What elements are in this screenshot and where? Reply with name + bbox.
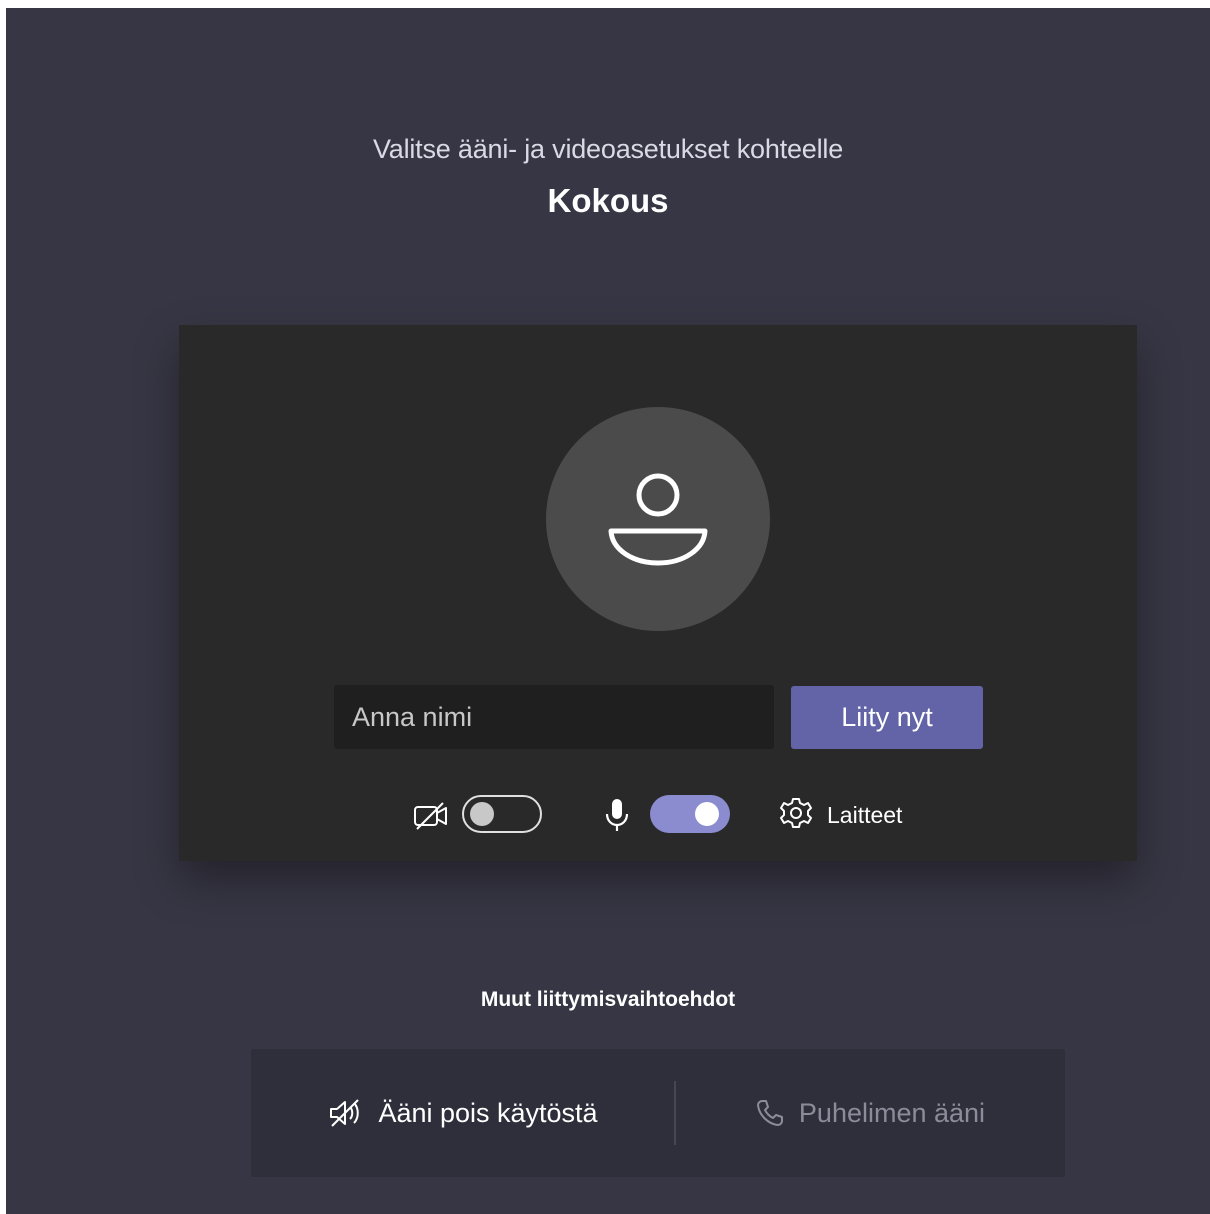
prejoin-screen: Valitse ääni- ja videoasetukset kohteell… (6, 8, 1210, 1214)
person-icon (608, 473, 708, 566)
other-options-heading: Muut liittymisvaihtoehdot (480, 988, 736, 1011)
audio-off-label: Ääni pois käytöstä (378, 1097, 598, 1128)
camera-off-icon (413, 801, 449, 836)
camera-toggle[interactable] (462, 795, 542, 833)
prejoin-subtitle: Valitse ääni- ja videoasetukset kohteell… (372, 134, 844, 164)
devices-button[interactable]: Laitteet (779, 797, 902, 833)
microphone-toggle-knob (695, 802, 719, 826)
name-input[interactable] (334, 685, 774, 749)
phone-audio-label: Puhelimen ääni (798, 1097, 986, 1128)
audio-off-option[interactable]: Ääni pois käytöstä (251, 1049, 675, 1177)
phone-audio-option[interactable]: Puhelimen ääni (675, 1049, 1065, 1177)
avatar (546, 407, 770, 631)
speaker-off-icon (330, 1099, 360, 1127)
camera-toggle-knob (470, 802, 494, 826)
microphone-icon (604, 797, 630, 838)
meeting-title: Kokous (547, 182, 669, 219)
join-now-button[interactable]: Liity nyt (791, 686, 983, 749)
preview-card: Liity nyt (179, 325, 1137, 861)
microphone-toggle[interactable] (650, 795, 730, 833)
media-controls: Laitteet (179, 795, 1137, 839)
other-join-options: Ääni pois käytöstä Puhelimen ääni (251, 1049, 1065, 1177)
devices-label: Laitteet (827, 801, 903, 828)
phone-icon (756, 1100, 783, 1126)
gear-icon (779, 796, 813, 835)
